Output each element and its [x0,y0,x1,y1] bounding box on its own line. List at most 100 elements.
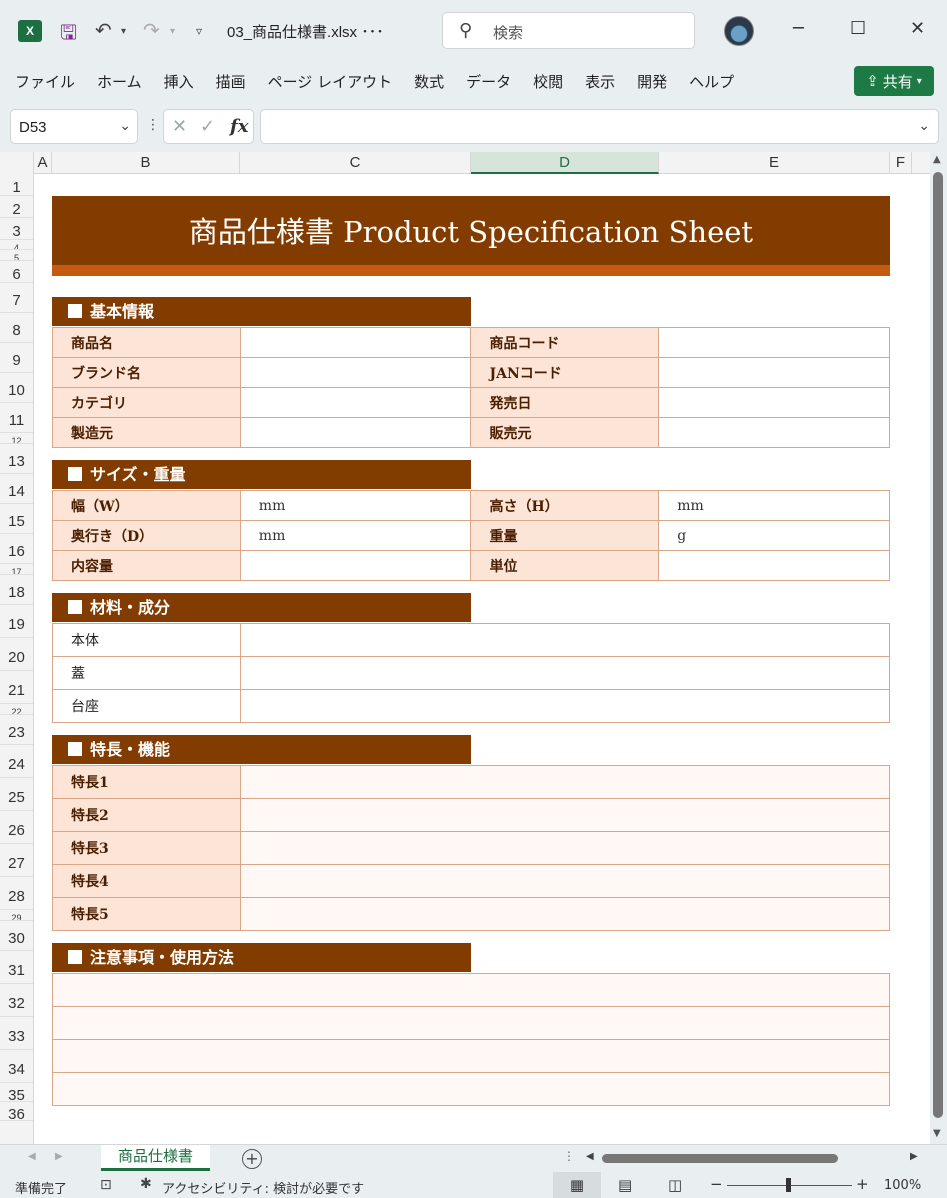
check-icon[interactable]: ✓ [200,116,215,137]
chevron-down-icon[interactable]: ⌄ [918,118,930,134]
row-header[interactable]: 13 [0,444,33,474]
redo-dropdown-icon[interactable]: ▾ [170,26,175,37]
horizontal-scrollbar[interactable]: ◀ ▶ [586,1151,926,1167]
row-header[interactable]: 10 [0,373,33,403]
zoom-out-icon[interactable]: − [710,1175,723,1193]
row-header[interactable]: 9 [0,343,33,373]
field-value[interactable] [658,357,890,388]
row-header[interactable]: 24 [0,745,33,778]
close-icon[interactable]: ✕ [910,18,925,39]
column-header-e[interactable]: E [659,152,890,174]
row-header[interactable]: 21 [0,671,33,704]
row-header[interactable]: 33 [0,1017,33,1050]
column-header-d[interactable]: D [471,152,659,174]
tab-home[interactable]: ホーム [97,71,142,92]
material-value[interactable] [239,656,891,690]
feature-label[interactable]: 特長3 [52,831,241,865]
column-header-b[interactable]: B [52,152,240,174]
row-header[interactable]: 35 [0,1083,33,1102]
zoom-level[interactable]: 100% [884,1178,921,1193]
row-header[interactable]: 12 [0,433,33,444]
column-header-a[interactable]: A [34,152,52,174]
row-header[interactable]: 26 [0,811,33,844]
more-icon[interactable]: ⋮ [146,117,160,133]
field-value[interactable]: mm [239,490,472,521]
field-label[interactable]: JANコード [470,357,660,388]
feature-value[interactable] [239,864,891,898]
row-header[interactable]: 28 [0,877,33,910]
customize-toolbar-icon[interactable]: ▿ [196,24,202,38]
undo-icon[interactable]: ↶ [95,18,112,42]
field-value[interactable] [658,387,890,418]
material-label[interactable]: 蓋 [52,656,241,690]
field-value[interactable] [239,417,472,448]
field-label[interactable]: 幅（W） [52,490,241,521]
accessibility-status[interactable]: アクセシビリティ: 検討が必要です [162,1178,364,1197]
more-icon[interactable]: ⋮ [563,1149,575,1163]
normal-view-icon[interactable]: ▦ [553,1172,601,1198]
feature-label[interactable]: 特長5 [52,897,241,931]
row-header[interactable]: 31 [0,951,33,984]
tab-review[interactable]: 校閲 [533,71,563,92]
material-label[interactable]: 台座 [52,689,241,723]
note-line[interactable] [52,1006,890,1040]
undo-dropdown-icon[interactable]: ▾ [121,26,126,37]
next-sheet-icon[interactable]: ▶ [55,1151,63,1162]
tab-view[interactable]: 表示 [585,71,615,92]
formula-input[interactable]: ⌄ [260,109,939,144]
field-label[interactable]: 単位 [470,550,660,581]
row-header[interactable]: 11 [0,403,33,433]
select-all-corner[interactable] [0,152,34,174]
insert-function-icon[interactable]: fx [230,116,248,137]
row-header[interactable]: 5 [0,250,33,261]
tab-formulas[interactable]: 数式 [414,71,444,92]
row-header[interactable]: 27 [0,844,33,877]
scroll-right-icon[interactable]: ▶ [910,1151,918,1162]
field-value[interactable] [239,387,472,418]
field-label[interactable]: 奥行き（D） [52,520,241,551]
field-value[interactable]: g [658,520,890,551]
row-header[interactable]: 30 [0,921,33,951]
row-header[interactable]: 20 [0,638,33,671]
search-box[interactable]: ⚲ 検索 [442,12,695,49]
material-value[interactable] [239,623,891,657]
name-box[interactable]: D53 ⌄ [10,109,138,144]
row-header[interactable]: 3 [0,218,33,240]
field-label[interactable]: 高さ（H） [470,490,660,521]
field-value[interactable] [658,327,890,358]
row-header[interactable]: 16 [0,534,33,564]
field-label[interactable]: 製造元 [52,417,241,448]
row-header[interactable]: 6 [0,261,33,283]
zoom-in-icon[interactable]: + [856,1175,869,1193]
field-label[interactable]: 商品名 [52,327,241,358]
note-line[interactable] [52,973,890,1007]
horizontal-scroll-thumb[interactable] [602,1154,838,1163]
field-value[interactable] [239,357,472,388]
vertical-scroll-thumb[interactable] [933,172,943,1118]
field-value[interactable]: mm [658,490,890,521]
page-break-view-icon[interactable]: ◫ [668,1176,682,1194]
document-title[interactable]: 03_商品仕様書.xlsx ･･･ [227,21,384,42]
field-value[interactable] [658,550,890,581]
scroll-left-icon[interactable]: ◀ [586,1151,594,1162]
maximize-icon[interactable]: ☐ [850,18,866,39]
feature-value[interactable] [239,798,891,832]
field-label[interactable]: ブランド名 [52,357,241,388]
material-value[interactable] [239,689,891,723]
row-header[interactable]: 29 [0,910,33,921]
field-value[interactable]: mm [239,520,472,551]
avatar[interactable] [724,16,754,46]
row-header[interactable]: 15 [0,504,33,534]
row-header[interactable]: 19 [0,605,33,638]
tab-data[interactable]: データ [466,71,511,92]
row-header[interactable]: 1 [0,174,33,196]
tab-draw[interactable]: 描画 [216,71,246,92]
field-label[interactable]: 販売元 [470,417,660,448]
field-label[interactable]: 発売日 [470,387,660,418]
note-line[interactable] [52,1039,890,1073]
tab-developer[interactable]: 開発 [637,71,667,92]
tab-insert[interactable]: 挿入 [164,71,194,92]
feature-value[interactable] [239,765,891,799]
row-header[interactable]: 4 [0,240,33,250]
redo-icon[interactable]: ↷ [143,18,160,42]
